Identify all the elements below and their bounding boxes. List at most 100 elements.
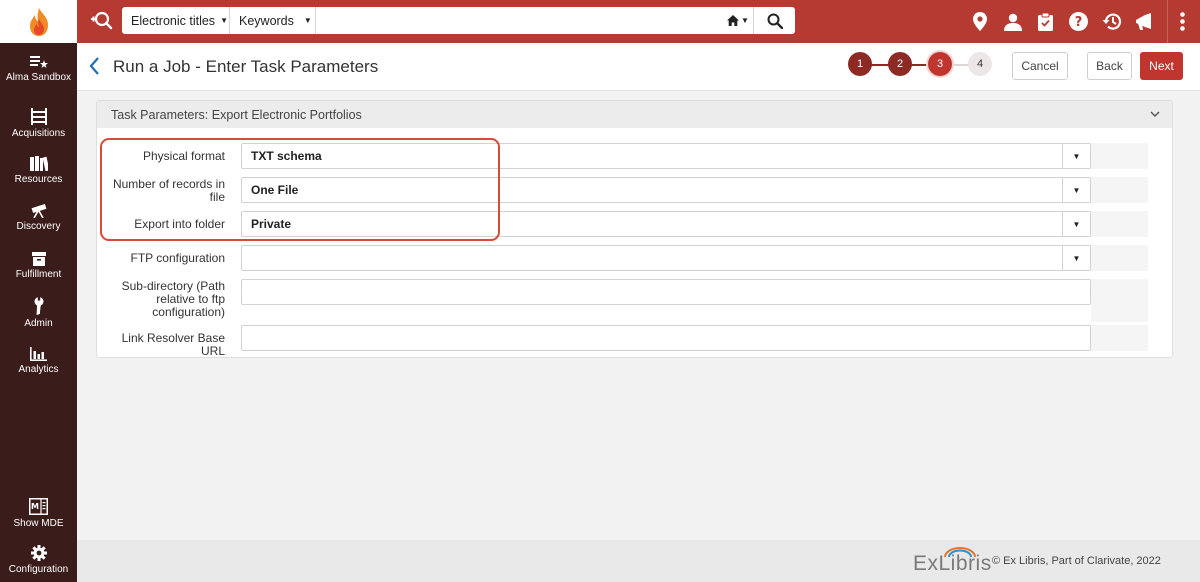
- row-tail: [1091, 325, 1148, 351]
- location-button[interactable]: [963, 0, 996, 43]
- sidebar-item-label: Alma Sandbox: [5, 72, 72, 83]
- row-tail: [1091, 279, 1148, 322]
- caret-down-icon: ▼: [741, 16, 749, 25]
- map-pin-icon: [972, 12, 987, 31]
- footer: ExLibris © Ex Libris, Part of Clarivate,…: [77, 540, 1200, 582]
- main-menu-sidebar: Alma Sandbox Acquisitions Resources Disc…: [0, 43, 77, 582]
- search-field-label: Keywords: [239, 13, 294, 28]
- clipboard-icon: [1038, 12, 1053, 31]
- analytics-icon: [30, 347, 47, 361]
- help-button[interactable]: ?: [1062, 0, 1095, 43]
- back-button[interactable]: Back: [1087, 52, 1132, 80]
- row-tail: [1091, 211, 1148, 237]
- wizard-stepper: 1 2 3 4: [848, 52, 994, 78]
- sub-directory-label: Sub-directory (Path relative to ftp conf…: [121, 279, 225, 319]
- caret-down-icon: ▼: [1072, 253, 1081, 263]
- row-tail: [1091, 177, 1148, 203]
- sidebar-item-show-mde[interactable]: M Show MDE: [0, 498, 77, 529]
- sidebar-item-admin[interactable]: Admin: [0, 297, 77, 329]
- panel-header[interactable]: Task Parameters: Export Electronic Portf…: [97, 101, 1172, 128]
- home-scope-dropdown[interactable]: ▼: [723, 7, 753, 34]
- caret-down-icon: ▼: [1072, 185, 1081, 195]
- physical-format-dropdown-button[interactable]: ▼: [1062, 144, 1090, 168]
- step-3-current[interactable]: 3: [928, 52, 952, 76]
- history-icon: [1102, 13, 1121, 30]
- user-button[interactable]: [996, 0, 1029, 43]
- sidebar-item-fulfillment[interactable]: Fulfillment: [0, 252, 77, 280]
- records-in-file-dropdown-button[interactable]: ▼: [1062, 178, 1090, 202]
- sidebar-item-label: Acquisitions: [11, 128, 66, 139]
- ftp-configuration-select[interactable]: ▼: [241, 245, 1091, 271]
- sidebar-item-label: Analytics: [18, 364, 59, 375]
- highlight-annotation: [100, 138, 500, 241]
- search-input[interactable]: [316, 7, 723, 34]
- advanced-search-icon[interactable]: [88, 8, 114, 34]
- sidebar-item-acquisitions[interactable]: Acquisitions: [0, 108, 77, 139]
- more-menu-button[interactable]: [1174, 0, 1190, 43]
- top-bar: Electronic titles ▼ Keywords ▼ ▼ ?: [0, 0, 1200, 43]
- fulfillment-icon: [31, 252, 46, 266]
- sidebar-item-discovery[interactable]: Discovery: [0, 204, 77, 232]
- telescope-icon: [31, 204, 46, 218]
- row-tail: [1091, 143, 1148, 169]
- next-button[interactable]: Next: [1140, 52, 1183, 80]
- alma-logo[interactable]: [0, 0, 77, 43]
- sidebar-item-label: Show MDE: [13, 518, 64, 529]
- sub-directory-input[interactable]: [241, 279, 1091, 305]
- link-resolver-label: Link Resolver Base URL: [121, 331, 225, 358]
- sidebar-item-label: Admin: [24, 318, 53, 329]
- sidebar-item-label: Configuration: [8, 564, 69, 575]
- search-icon: [767, 13, 783, 29]
- search-scope-dropdown[interactable]: Electronic titles ▼: [122, 7, 230, 34]
- caret-down-icon: ▼: [303, 16, 312, 25]
- exlibris-logo-text: ExLibris: [913, 552, 992, 575]
- caret-down-icon: ▼: [220, 16, 228, 25]
- notifications-button[interactable]: [1128, 0, 1161, 43]
- step-1[interactable]: 1: [848, 52, 872, 76]
- sandbox-icon: [29, 56, 48, 68]
- sidebar-item-configuration[interactable]: Configuration: [0, 545, 77, 575]
- caret-down-icon: ▼: [1072, 151, 1081, 161]
- row-tail: [1091, 245, 1148, 271]
- resources-icon: [29, 156, 48, 171]
- tasks-button[interactable]: [1029, 0, 1062, 43]
- export-folder-dropdown-button[interactable]: ▼: [1062, 212, 1090, 236]
- megaphone-icon: [1135, 12, 1151, 30]
- sidebar-item-label: Discovery: [16, 221, 61, 232]
- search-button[interactable]: [753, 7, 795, 34]
- step-4: 4: [968, 52, 992, 76]
- top-toolbar: ?: [963, 0, 1190, 43]
- sidebar-item-label: Fulfillment: [15, 269, 62, 280]
- home-icon: [727, 15, 740, 26]
- sidebar-item-analytics[interactable]: Analytics: [0, 347, 77, 375]
- back-arrow-icon[interactable]: [87, 56, 103, 76]
- page-title: Run a Job - Enter Task Parameters: [113, 57, 379, 76]
- search-scope-label: Electronic titles: [131, 13, 216, 28]
- flame-logo-icon: [29, 7, 48, 36]
- gear-icon: [30, 545, 47, 561]
- ftp-configuration-label: FTP configuration: [130, 251, 226, 265]
- svg-text:?: ?: [1075, 15, 1083, 30]
- user-icon: [1003, 13, 1022, 31]
- caret-down-icon: ▼: [1072, 219, 1081, 229]
- copyright-text: © Ex Libris, Part of Clarivate, 2022: [992, 555, 1161, 567]
- ftp-configuration-dropdown-button[interactable]: ▼: [1062, 246, 1090, 270]
- more-vertical-icon: [1179, 12, 1185, 31]
- svg-text:M: M: [31, 502, 39, 511]
- sidebar-item-alma-sandbox[interactable]: Alma Sandbox: [0, 55, 77, 83]
- chevron-down-icon[interactable]: [1150, 110, 1160, 118]
- sidebar-item-resources[interactable]: Resources: [0, 156, 77, 185]
- step-2[interactable]: 2: [888, 52, 912, 76]
- link-resolver-input[interactable]: [241, 325, 1091, 351]
- help-icon: ?: [1069, 12, 1088, 31]
- search-bar: Electronic titles ▼ Keywords ▼ ▼: [122, 7, 795, 34]
- acquisitions-icon: [30, 108, 47, 125]
- cancel-button[interactable]: Cancel: [1012, 52, 1068, 80]
- wrench-icon: [34, 297, 43, 315]
- panel-title: Task Parameters: Export Electronic Portf…: [111, 107, 362, 122]
- history-button[interactable]: [1095, 0, 1128, 43]
- sidebar-item-label: Resources: [14, 174, 63, 185]
- search-field-dropdown[interactable]: Keywords ▼: [230, 7, 316, 34]
- mde-icon: M: [29, 498, 48, 515]
- toolbar-divider: [1167, 0, 1168, 43]
